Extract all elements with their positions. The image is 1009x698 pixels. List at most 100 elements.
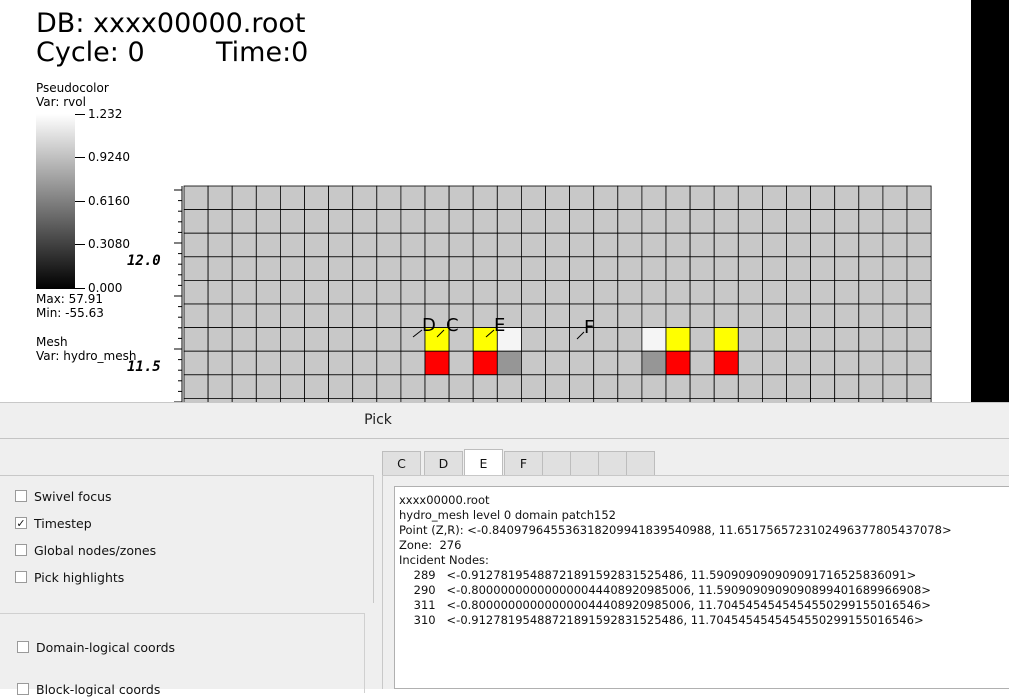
tab-empty[interactable] [626, 451, 655, 475]
mesh-cell[interactable] [328, 185, 354, 211]
mesh-cell[interactable] [521, 256, 546, 281]
mesh-cell[interactable] [472, 209, 498, 234]
mesh-cell[interactable] [207, 279, 233, 305]
mesh-cell[interactable] [737, 209, 763, 234]
mesh-cell[interactable] [472, 185, 498, 211]
mesh-cell[interactable] [665, 279, 691, 305]
mesh-cell[interactable] [737, 279, 763, 305]
mesh-cell[interactable] [521, 350, 546, 376]
tab-empty[interactable] [570, 451, 599, 475]
mesh-cell[interactable] [762, 279, 787, 305]
mesh-cell[interactable] [304, 185, 330, 211]
mesh-cell[interactable] [376, 327, 402, 352]
mesh-cell[interactable] [689, 350, 715, 376]
mesh-cell[interactable] [424, 256, 450, 281]
mesh-cell[interactable] [641, 185, 667, 211]
mesh-cell[interactable] [713, 185, 739, 211]
mesh-cell[interactable] [689, 256, 715, 281]
mesh-cell[interactable] [689, 303, 715, 329]
mesh-cell[interactable] [617, 279, 643, 305]
mesh-cell[interactable] [617, 374, 643, 399]
mesh-cell[interactable] [882, 350, 908, 376]
swivel-focus-checkbox[interactable]: Swivel focus [15, 487, 112, 505]
mesh-cell[interactable] [424, 350, 450, 376]
mesh-cell[interactable] [665, 303, 691, 329]
mesh-cell[interactable] [713, 279, 739, 305]
mesh-cell[interactable] [231, 232, 257, 258]
mesh-cell[interactable] [617, 350, 643, 376]
mesh-cell[interactable] [569, 256, 595, 281]
mesh-cell[interactable] [448, 350, 474, 376]
mesh-cell[interactable] [279, 256, 305, 281]
mesh-cell[interactable] [834, 303, 860, 329]
mesh-cell[interactable] [376, 209, 402, 234]
mesh-cell[interactable] [521, 303, 546, 329]
mesh-cell[interactable] [545, 350, 571, 376]
mesh-cell[interactable] [665, 256, 691, 281]
mesh-cell[interactable] [737, 185, 763, 211]
mesh-cell[interactable] [207, 350, 233, 376]
mesh-cell[interactable] [376, 350, 402, 376]
mesh-cell[interactable] [713, 232, 739, 258]
mesh-cell[interactable] [328, 209, 354, 234]
mesh-cell[interactable] [617, 232, 643, 258]
mesh-cell[interactable] [424, 209, 450, 234]
mesh-cell[interactable] [400, 374, 426, 399]
mesh-cell[interactable] [328, 327, 354, 352]
mesh-cell[interactable] [762, 256, 787, 281]
checkbox-box[interactable] [15, 490, 27, 502]
mesh-cell[interactable] [400, 279, 426, 305]
mesh-cell[interactable] [545, 185, 571, 211]
mesh-cell[interactable] [906, 232, 932, 258]
mesh-cell[interactable] [906, 374, 932, 399]
mesh-cell[interactable] [882, 374, 908, 399]
mesh-cell[interactable] [617, 256, 643, 281]
mesh-cell[interactable] [496, 374, 522, 399]
mesh-cell[interactable] [472, 279, 498, 305]
mesh-cell[interactable] [593, 303, 619, 329]
mesh-cell[interactable] [352, 185, 378, 211]
mesh-cell[interactable] [183, 350, 209, 376]
mesh-cell[interactable] [762, 232, 787, 258]
mesh-cell[interactable] [641, 256, 667, 281]
mesh-cell[interactable] [255, 209, 281, 234]
mesh-cell[interactable] [255, 279, 281, 305]
mesh-cell[interactable] [858, 327, 884, 352]
mesh-cell[interactable] [665, 209, 691, 234]
mesh-cell[interactable] [545, 303, 571, 329]
mesh-cell[interactable] [207, 232, 233, 258]
block-logical-coords-checkbox[interactable]: Block-logical coords [17, 680, 160, 698]
mesh-cell[interactable] [906, 327, 932, 352]
mesh-cell[interactable] [183, 374, 209, 399]
mesh-cell[interactable] [424, 185, 450, 211]
mesh-cell[interactable] [713, 374, 739, 399]
mesh-cell[interactable] [713, 303, 739, 329]
mesh-cell[interactable] [472, 256, 498, 281]
visualization-window[interactable]: DB: xxxx00000.root Cycle: 0 Time:0 Pseud… [0, 0, 971, 402]
mesh-cell[interactable] [304, 327, 330, 352]
mesh-cell[interactable] [376, 256, 402, 281]
mesh-cell[interactable] [376, 232, 402, 258]
mesh-cell[interactable] [858, 232, 884, 258]
mesh-cell[interactable] [279, 350, 305, 376]
mesh-cell[interactable] [593, 209, 619, 234]
mesh-cell[interactable] [304, 256, 330, 281]
mesh-cell[interactable] [810, 303, 836, 329]
mesh-cell[interactable] [328, 350, 354, 376]
mesh-cell[interactable] [810, 374, 836, 399]
checkbox-box[interactable] [17, 683, 29, 695]
mesh-cell[interactable] [279, 374, 305, 399]
mesh-cell[interactable] [328, 374, 354, 399]
mesh-cell[interactable] [545, 209, 571, 234]
mesh-cell[interactable] [231, 209, 257, 234]
mesh-cell[interactable] [786, 374, 812, 399]
mesh-cell[interactable] [810, 209, 836, 234]
mesh-cell[interactable] [496, 279, 522, 305]
mesh-cell[interactable] [689, 374, 715, 399]
mesh-cell[interactable] [689, 327, 715, 352]
mesh-cell[interactable] [737, 374, 763, 399]
mesh-cell[interactable] [882, 279, 908, 305]
mesh-cell[interactable] [641, 232, 667, 258]
mesh-cell[interactable] [593, 327, 619, 352]
mesh-cell[interactable] [737, 327, 763, 352]
